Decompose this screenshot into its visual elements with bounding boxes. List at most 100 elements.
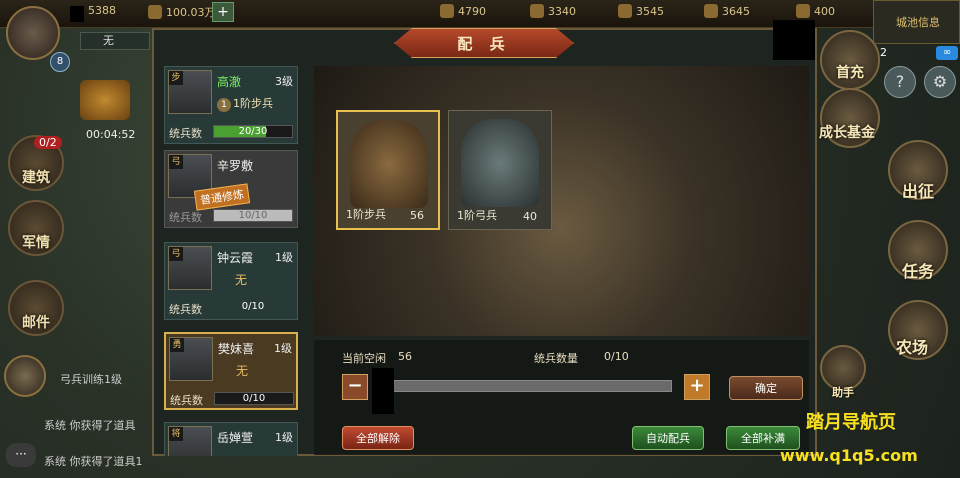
resource-gold-value: 5388 <box>88 4 116 17</box>
release-all-button[interactable]: 全部解除 <box>342 426 414 450</box>
military-button[interactable]: 军情 <box>8 200 64 256</box>
troop-count-value: 20/30 <box>238 126 268 137</box>
general-portrait: 将 <box>168 426 212 456</box>
unit-count: 56 <box>410 209 424 222</box>
expedition-label: 出征 <box>901 182 934 201</box>
troop-assign-panel: 配 兵 步 高澈 3级 1 1阶步兵 统兵数 20/30 弓 辛罗敷 普通修炼 统… <box>152 20 817 456</box>
military-label: 军情 <box>22 235 50 251</box>
population-icon <box>796 4 810 18</box>
unit-infantry[interactable]: 1阶步兵 56 <box>336 110 440 230</box>
troop-slider[interactable] <box>372 380 672 392</box>
settings-gear-icon[interactable]: ⚙ <box>924 66 956 98</box>
mail-label: 邮件 <box>22 315 50 331</box>
fund-label: 成长基金 <box>819 125 875 141</box>
resource-wood: 3340 <box>530 4 576 18</box>
general-level: 3级 <box>275 75 293 88</box>
general-card-4[interactable]: 勇 樊妹喜 1级 无 统兵数 0/10 <box>164 332 298 410</box>
resource-food-value: 4790 <box>458 4 486 18</box>
resource-stone: 3545 <box>618 4 664 18</box>
general-card-1[interactable]: 步 高澈 3级 1 1阶步兵 统兵数 20/30 <box>164 66 298 144</box>
troop-count-bar: 0/10 <box>213 301 293 314</box>
resource-bar: 5388 100.03万 + 4790 3340 3545 3645 400 <box>0 0 960 28</box>
city-info-badge: 2 <box>880 46 887 59</box>
watermark-url: www.q1q5.com <box>780 446 918 465</box>
troop-count-bar: 0/10 <box>214 392 294 405</box>
idle-label: 当前空闲 <box>342 352 386 365</box>
resource-silver-value: 100.03万 <box>166 6 216 19</box>
resource-population: 400 <box>796 4 835 18</box>
general-level: 1级 <box>274 342 292 355</box>
treasure-chest-icon[interactable] <box>80 80 130 120</box>
army-scene: 1阶步兵 56 1阶弓兵 40 <box>314 66 809 336</box>
chat-line-1: 弓兵训练1级 <box>60 373 122 386</box>
iron-icon <box>704 4 718 18</box>
general-name: 钟云霞 <box>217 251 254 265</box>
panel-title: 配 兵 <box>457 34 511 53</box>
resource-wood-value: 3340 <box>548 4 576 18</box>
general-name: 辛罗敷 <box>217 159 254 173</box>
archer-figure-icon <box>461 119 539 207</box>
troop-count-value: 0/10 <box>242 393 266 404</box>
general-level: 1级 <box>275 251 293 264</box>
general-type: 弓 <box>169 247 183 261</box>
general-type: 弓 <box>169 155 183 169</box>
infantry-figure-icon <box>350 120 428 208</box>
slider-handle[interactable] <box>372 368 394 414</box>
resource-gold: 5388 <box>88 4 116 17</box>
food-icon <box>440 4 454 18</box>
build-label: 建筑 <box>22 170 50 186</box>
close-button[interactable] <box>773 20 815 60</box>
idle-value: 56 <box>398 350 412 363</box>
resource-iron: 3645 <box>704 4 750 18</box>
chat-line-3: 系统 你获得了道具1 <box>44 455 143 468</box>
general-troop-text: 无 <box>236 364 249 378</box>
general-portrait: 勇 <box>169 337 213 381</box>
troop-count-value: 0/10 <box>241 301 265 312</box>
general-card-2[interactable]: 弓 辛罗敷 普通修炼 统兵数 10/10 <box>164 150 298 228</box>
resource-population-value: 400 <box>814 4 835 18</box>
increase-button[interactable]: + <box>684 374 710 400</box>
general-troop: 1 1阶步兵 <box>217 95 273 112</box>
redacted-block <box>70 6 84 22</box>
decrease-button[interactable]: − <box>342 374 368 400</box>
general-troop-text: 无 <box>235 273 248 287</box>
connection-icon: ∞ <box>936 46 958 60</box>
general-name: 高澈 <box>217 75 242 89</box>
auto-assign-button[interactable]: 自动配兵 <box>632 426 704 450</box>
troop-count-label: 统兵数 <box>169 127 202 140</box>
mail-button[interactable]: 邮件 <box>8 280 64 336</box>
chat-line-2: 系统 你获得了道具 <box>44 419 136 432</box>
chat-bubble-icon[interactable]: ··· <box>6 443 36 467</box>
count-label: 统兵数量 <box>534 352 578 365</box>
general-card-5[interactable]: 将 岳婵萱 1级 <box>164 422 298 456</box>
unit-archer[interactable]: 1阶弓兵 40 <box>448 110 552 230</box>
resource-iron-value: 3645 <box>722 4 750 18</box>
add-resource-button[interactable]: + <box>212 2 234 22</box>
general-card-3[interactable]: 弓 钟云霞 1级 无 统兵数 0/10 <box>164 242 298 320</box>
general-type: 勇 <box>170 338 184 352</box>
assign-controls: 当前空闲 56 统兵数量 0/10 − + 确定 全部解除 自动配兵 全部补满 <box>314 340 809 455</box>
unit-count: 40 <box>523 210 537 223</box>
player-avatar[interactable] <box>6 6 60 60</box>
resource-silver: 100.03万 <box>148 4 216 20</box>
general-name: 岳婵萱 <box>217 431 254 445</box>
help-icon[interactable]: ? <box>884 66 916 98</box>
player-level-badge: 8 <box>50 52 70 72</box>
troop-count-label: 统兵数 <box>169 211 202 224</box>
watermark-title: 踏月导航页 <box>806 412 896 433</box>
troop-tier-icon: 1 <box>217 98 231 112</box>
timer-text: 00:04:52 <box>86 128 136 141</box>
confirm-button[interactable]: 确定 <box>729 376 803 400</box>
player-title-box: 无 <box>80 32 150 50</box>
general-level: 1级 <box>275 431 293 444</box>
chat-avatar[interactable] <box>4 355 46 397</box>
troop-count-bar: 20/30 <box>213 125 293 138</box>
count-value: 0/10 <box>604 350 629 363</box>
build-badge: 0/2 <box>34 136 62 149</box>
general-list[interactable]: 步 高澈 3级 1 1阶步兵 统兵数 20/30 弓 辛罗敷 普通修炼 统兵数 1… <box>164 66 300 456</box>
helper-label: 助手 <box>832 386 854 399</box>
stone-icon <box>618 4 632 18</box>
player-title: 无 <box>103 34 114 47</box>
resource-stone-value: 3545 <box>636 4 664 18</box>
farm-label: 农场 <box>895 338 928 357</box>
